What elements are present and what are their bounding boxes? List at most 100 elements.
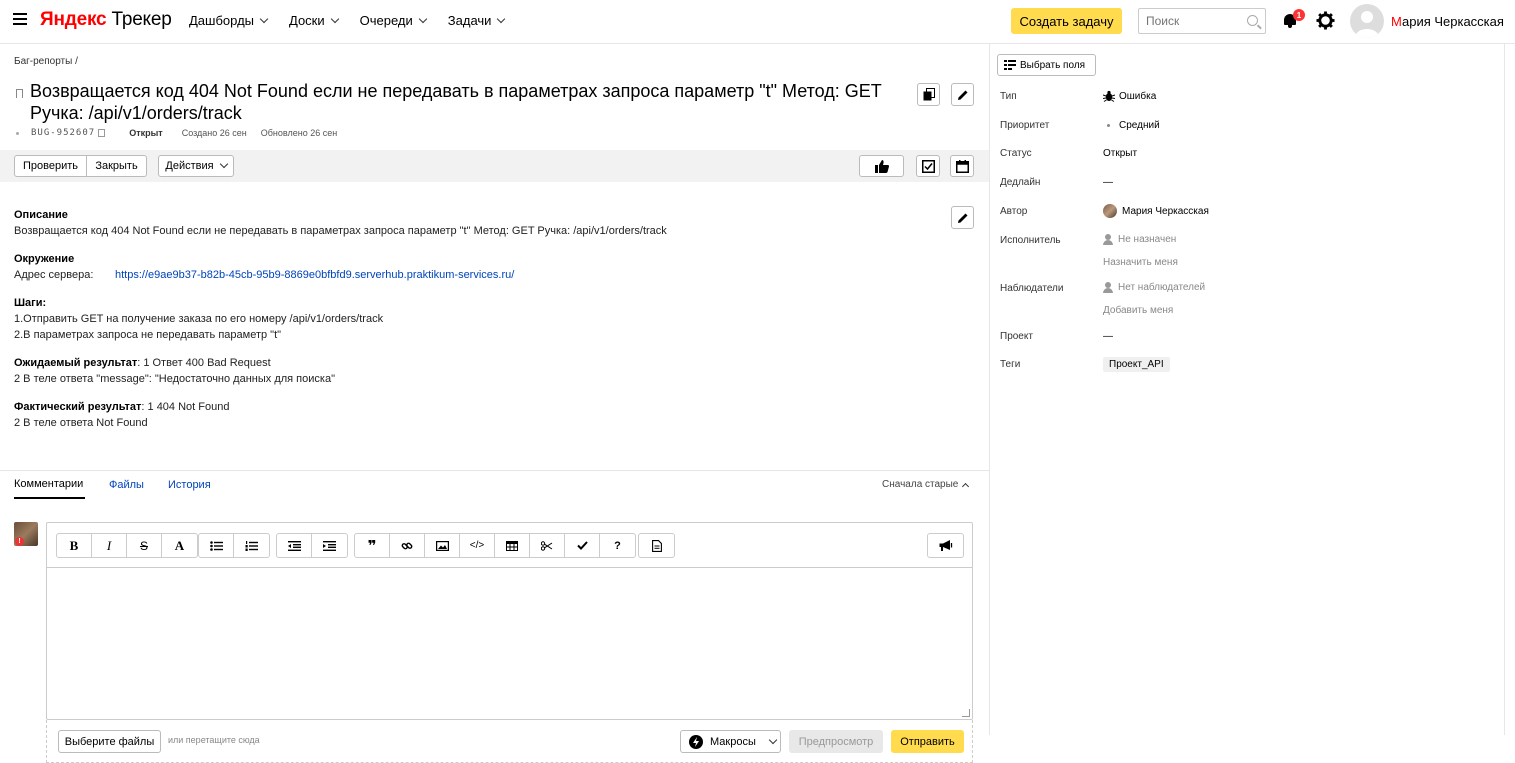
quote-button[interactable]: ❞ <box>355 534 390 557</box>
link-icon <box>401 542 413 549</box>
status-value[interactable]: Открыт <box>1103 148 1137 159</box>
assign-me-link[interactable]: Назначить меня <box>1103 257 1178 268</box>
breadcrumb[interactable]: Баг-репорты / <box>14 56 78 67</box>
tag-chip[interactable]: Проект_API <box>1103 357 1170 372</box>
actions-button[interactable]: Действия <box>158 155 234 177</box>
chevron-down-icon <box>219 159 228 169</box>
add-me-link[interactable]: Добавить меня <box>1103 305 1173 316</box>
nav-tasks[interactable]: Задачи <box>448 13 506 28</box>
comment-textarea[interactable] <box>47 568 972 719</box>
close-button[interactable]: Закрыть <box>87 155 147 177</box>
numbered-list-button[interactable] <box>234 534 269 557</box>
edit-description-button[interactable] <box>951 206 974 229</box>
nav-dashboards[interactable]: Дашборды <box>189 13 269 28</box>
indent-button[interactable] <box>312 534 347 557</box>
strikethrough-button[interactable]: S <box>127 534 162 557</box>
checklist-button[interactable] <box>916 155 940 177</box>
italic-button[interactable]: I <box>92 534 127 557</box>
image-icon <box>435 540 449 551</box>
insert-group: ❞ </> ? <box>354 533 636 558</box>
announce-button[interactable] <box>928 534 963 557</box>
tab-comments[interactable]: Комментарии <box>14 471 85 499</box>
tags-label: Теги <box>1000 359 1021 370</box>
template-button[interactable] <box>639 534 674 557</box>
select-fields-label: Выбрать поля <box>1020 59 1086 71</box>
issue-meta: BUG-952607 Открыт Создано 26 сен Обновле… <box>16 128 337 138</box>
server-url-link[interactable]: https://e9ae9b37-b82b-45cb-95b9-8869e0bf… <box>115 269 514 281</box>
notification-badge: 1 <box>1293 9 1305 21</box>
gear-icon[interactable] <box>1316 11 1335 30</box>
watchers-value[interactable]: Нет наблюдателей <box>1103 282 1205 293</box>
breadcrumb-queue-link[interactable]: Баг-репорты / <box>14 56 78 67</box>
tab-files[interactable]: Файлы <box>109 471 144 499</box>
font-button[interactable]: A <box>162 534 197 557</box>
checklist-insert-button[interactable] <box>565 534 600 557</box>
cut-button[interactable] <box>530 534 565 557</box>
editor-footer: Выберите файлы или перетащите сюда Макро… <box>46 720 973 763</box>
actions-label: Действия <box>165 160 214 172</box>
avatar[interactable] <box>1350 4 1384 38</box>
menu-icon[interactable] <box>13 13 27 25</box>
type-value[interactable]: Ошибка <box>1103 90 1156 102</box>
like-button[interactable] <box>859 155 904 177</box>
project-label: Проект <box>1000 331 1033 342</box>
bookmark-icon[interactable] <box>16 89 23 98</box>
avatar-badge: ! <box>15 537 24 546</box>
issue-key[interactable]: BUG-952607 <box>31 128 95 138</box>
author-value[interactable]: Мария Черкасская <box>1103 204 1209 218</box>
step-1: 1.Отправить GET на получение заказа по е… <box>14 313 384 325</box>
copy-button[interactable] <box>917 83 940 106</box>
pencil-icon <box>957 90 967 100</box>
bold-button[interactable]: B <box>57 534 92 557</box>
help-button[interactable]: ? <box>600 534 635 557</box>
list-group <box>198 533 270 558</box>
announce-group <box>927 533 964 558</box>
assignee-value[interactable]: Не назначен <box>1103 234 1176 245</box>
desc-heading: Описание <box>14 209 68 221</box>
step-2: 2.В параметрах запроса не передавать пар… <box>14 329 282 341</box>
chevron-down-icon <box>259 14 269 23</box>
calendar-button[interactable] <box>950 155 974 177</box>
outdent-button[interactable] <box>277 534 312 557</box>
nav-queues[interactable]: Очереди <box>360 13 428 28</box>
steps-block: Шаги: 1.Отправить GET на получение заказ… <box>14 295 954 343</box>
priority-label: Приоритет <box>1000 120 1050 131</box>
priority-value[interactable]: Средний <box>1103 120 1160 131</box>
select-fields-button[interactable]: Выбрать поля <box>997 54 1096 76</box>
project-value[interactable]: — <box>1103 331 1113 342</box>
deadline-value[interactable]: — <box>1103 177 1113 188</box>
nav-boards[interactable]: Доски <box>289 13 339 28</box>
link-button[interactable] <box>390 534 425 557</box>
macros-button[interactable]: Макросы <box>680 730 781 753</box>
copy-key-icon[interactable] <box>98 129 106 137</box>
type-label: Тип <box>1000 91 1017 102</box>
check-button[interactable]: Проверить <box>14 155 87 177</box>
create-task-button[interactable]: Создать задачу <box>1011 8 1122 34</box>
macros-label: Макросы <box>710 735 756 748</box>
megaphone-icon <box>939 540 952 551</box>
image-button[interactable] <box>425 534 460 557</box>
user-name[interactable]: Мария Черкасская <box>1391 14 1504 29</box>
search-box <box>1138 8 1266 34</box>
bulleted-list-button[interactable] <box>199 534 234 557</box>
choose-files-button[interactable]: Выберите файлы <box>58 730 161 753</box>
checkmark-icon <box>576 541 588 550</box>
preview-button[interactable]: Предпросмотр <box>789 730 883 753</box>
action-bar: Проверить Закрыть Действия <box>0 150 989 182</box>
send-button[interactable]: Отправить <box>891 730 964 753</box>
table-button[interactable] <box>495 534 530 557</box>
bell-icon[interactable]: 1 <box>1282 9 1305 28</box>
resize-handle[interactable] <box>962 709 970 717</box>
sort-order-toggle[interactable]: Сначала старые <box>882 479 970 490</box>
actual-line-2: 2 В теле ответа Not Found <box>14 417 148 429</box>
tab-history[interactable]: История <box>168 471 211 499</box>
search-input[interactable] <box>1139 9 1239 33</box>
edit-title-button[interactable] <box>951 83 974 106</box>
search-icon[interactable] <box>1247 15 1258 26</box>
assignee-label: Исполнитель <box>1000 235 1061 246</box>
avatar <box>1103 204 1117 218</box>
actual-block: Фактический результат: 1 404 Not Found 2… <box>14 399 954 431</box>
logo[interactable]: Яндекс Трекер <box>40 9 172 31</box>
code-button[interactable]: </> <box>460 534 495 557</box>
indent-icon <box>323 540 336 551</box>
